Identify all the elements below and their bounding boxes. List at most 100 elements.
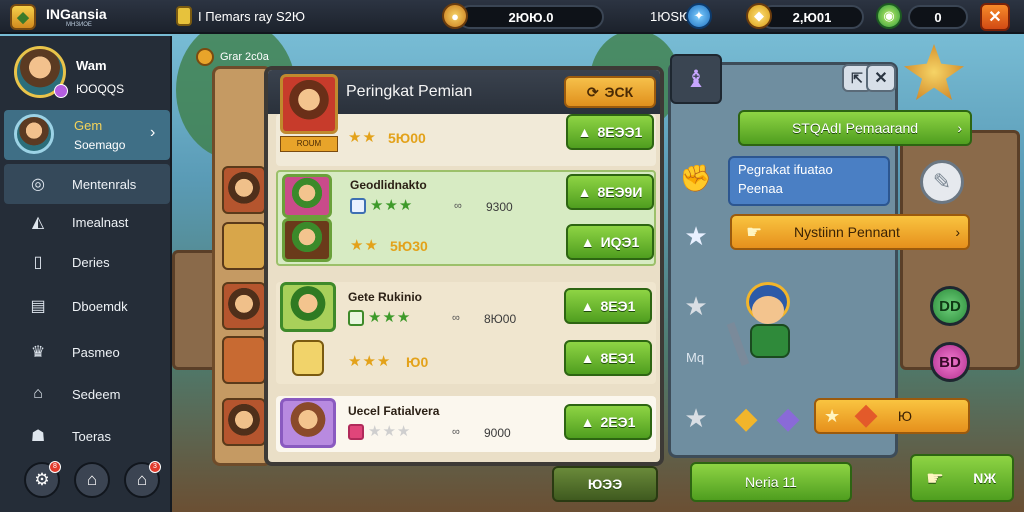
info-card[interactable]: Pegrakat ifuatao Peenaa xyxy=(728,156,890,206)
expand-icon: ⇱ xyxy=(851,69,863,86)
bottom-panel-button[interactable]: ЮЭЭ xyxy=(552,466,658,502)
pet-icon xyxy=(292,340,324,376)
class-icon xyxy=(350,198,366,214)
top-action-button[interactable]: STQAdI Pemaarand › xyxy=(738,110,972,146)
row-action-button[interactable]: ▲ 8ЕЭЭ1 xyxy=(566,114,654,150)
quest-icon xyxy=(176,6,192,26)
hero-character xyxy=(726,282,810,368)
row-action-button[interactable]: ▲ 2ЕЭ1 xyxy=(564,404,652,440)
sidebar-item-imealnast[interactable]: ◭ Imealnast xyxy=(4,202,170,242)
rating-stars: ★★★ xyxy=(370,197,414,214)
upgrade-icon: ▲ xyxy=(580,414,595,430)
sidebar: Wam ЮOQQS Gem Soemago › ◎ Mentenrals ◭ I… xyxy=(0,36,172,512)
close-button[interactable]: ✕ xyxy=(980,3,1010,31)
character-icon xyxy=(14,114,54,154)
home-icon: ⌂ xyxy=(86,470,98,489)
gem-icon: ◆ xyxy=(746,3,772,29)
side-label: Mq xyxy=(686,350,705,365)
shop-icon: ⌂ xyxy=(136,470,148,489)
sidebar-item-deries[interactable]: ▯ Deries xyxy=(4,242,170,282)
link-icon: ∞ xyxy=(452,312,460,324)
info-sub: Peenaa xyxy=(738,181,783,196)
upgrade-icon: ▲ xyxy=(580,298,595,314)
purple-gem-icon: ◆ xyxy=(776,401,800,435)
row-button-label: 8ЕЭ1 xyxy=(600,298,636,314)
panel-close-button[interactable]: ✕ xyxy=(866,64,896,92)
sidebar-item-label: Dboemdk xyxy=(72,298,128,314)
reward-button[interactable]: ★ Ю xyxy=(814,398,970,434)
row-action-button[interactable]: ▲ 8ЕЭ1 xyxy=(564,340,652,376)
item-thumb[interactable] xyxy=(222,336,266,384)
sidebar-item-sub: Soemago xyxy=(74,138,126,152)
gem-value: 2,Ю01 xyxy=(792,9,832,25)
sidebar-item-dboemdk[interactable]: ▤ Dboemdk xyxy=(4,286,170,326)
circle-button-a[interactable]: DD xyxy=(930,286,970,326)
sidebar-item-label: Imealnast xyxy=(72,214,129,230)
people-icon: ☗ xyxy=(30,428,46,445)
sidebar-item-label: Mentenrals xyxy=(72,176,137,192)
trophy-icon: ♛ xyxy=(30,344,46,361)
home-button[interactable]: ⌂ xyxy=(74,462,110,498)
sidebar-item-mentenrals[interactable]: ◎ Mentenrals xyxy=(4,164,170,204)
sidebar-item-gem[interactable]: Gem Soemago › xyxy=(4,110,170,160)
leaderboard-head-button[interactable]: ⟳ ЭCК xyxy=(564,76,656,108)
class-icon xyxy=(348,424,364,440)
link-icon: ∞ xyxy=(454,200,462,212)
gear-icon: ⚙ xyxy=(34,470,50,489)
player-profile[interactable]: Wam ЮOQQS xyxy=(6,42,166,106)
row-gold: 5Ю00 xyxy=(388,130,426,146)
rating-stars: ★★★ xyxy=(368,309,412,326)
back-header-text: Grar 2c0a xyxy=(220,51,269,63)
row-action-button[interactable]: ▲ 8ЕЭ9И xyxy=(566,174,654,210)
sidebar-item-pasmeo[interactable]: ♛ Pasmeo xyxy=(4,332,170,372)
corner-button-label: NЖ xyxy=(973,470,996,486)
player-name: Uecel Fatialvera xyxy=(348,404,440,418)
rating-stars: ★★ xyxy=(350,237,379,254)
player-avatar xyxy=(280,398,336,448)
player-name: Gete Rukinio xyxy=(348,290,423,304)
circle-label-b: BD xyxy=(939,353,961,371)
player-thumb[interactable] xyxy=(222,398,266,446)
hand-icon: ☛ xyxy=(926,467,944,490)
shop-button[interactable]: ⌂ 3 xyxy=(124,461,161,498)
gold-value: 2ЮЮ.0 xyxy=(508,9,554,25)
corner-action-button[interactable]: ☛ NЖ xyxy=(910,454,1014,502)
medal-icon xyxy=(196,48,214,66)
settings-button[interactable]: ⚙ 8 xyxy=(24,461,61,498)
house-icon: ⌂ xyxy=(33,385,43,402)
item-thumb[interactable] xyxy=(222,222,266,270)
ruby-gem-icon: ◆ xyxy=(854,397,878,431)
leaderboard-title: Peringkat Pemian xyxy=(346,83,473,100)
chevron-right-icon: › xyxy=(955,224,960,240)
player-avatar xyxy=(282,218,332,262)
player-thumb[interactable] xyxy=(222,282,266,330)
close-icon: ✕ xyxy=(874,70,888,87)
sidebar-item-label: Toeras xyxy=(72,428,112,444)
globe-icon[interactable]: ◉ xyxy=(876,3,902,29)
sidebar-item-sedeem[interactable]: ⌂ Sedeem xyxy=(4,374,170,414)
feather-icon[interactable]: ✎ xyxy=(920,160,964,204)
profile-sub: ЮOQQS xyxy=(76,82,125,96)
row-gold: Ю0 xyxy=(406,354,429,370)
player-avatar xyxy=(282,174,332,218)
crystal-icon[interactable]: ✦ xyxy=(686,3,712,29)
circle-button-b[interactable]: BD xyxy=(930,342,970,382)
row-action-button[interactable]: ▲ 8ЕЭ1 xyxy=(564,288,652,324)
system-pennant-button[interactable]: ☛ Nystiinn Pennant › xyxy=(730,214,970,250)
player-avatar xyxy=(280,282,336,332)
upgrade-icon: ▲ xyxy=(577,184,592,200)
sidebar-item-toeras[interactable]: ☗ Toeras xyxy=(4,416,170,456)
house-decoration xyxy=(900,130,1020,370)
row-action-button[interactable]: ▲ ИQЭ1 xyxy=(566,224,654,260)
link-icon: ∞ xyxy=(452,426,460,438)
row-button-label: 2ЕЭ1 xyxy=(600,414,636,430)
quest-text[interactable]: I Пemars ray S2Ю xyxy=(198,9,305,24)
player-thumb[interactable] xyxy=(222,166,266,214)
target-icon: ◎ xyxy=(31,176,45,193)
level-badge-icon xyxy=(54,84,68,98)
mage-icon[interactable]: ♝ xyxy=(670,54,722,104)
row-button-label: 8ЕЭЭ1 xyxy=(597,124,643,140)
bottom-green-button[interactable]: Neria 11 xyxy=(690,462,852,502)
star-icon: ★ xyxy=(684,220,708,251)
list-item: Uecel Fatialvera ★★★ ∞ 9000 ▲ 2ЕЭ1 xyxy=(276,396,656,452)
